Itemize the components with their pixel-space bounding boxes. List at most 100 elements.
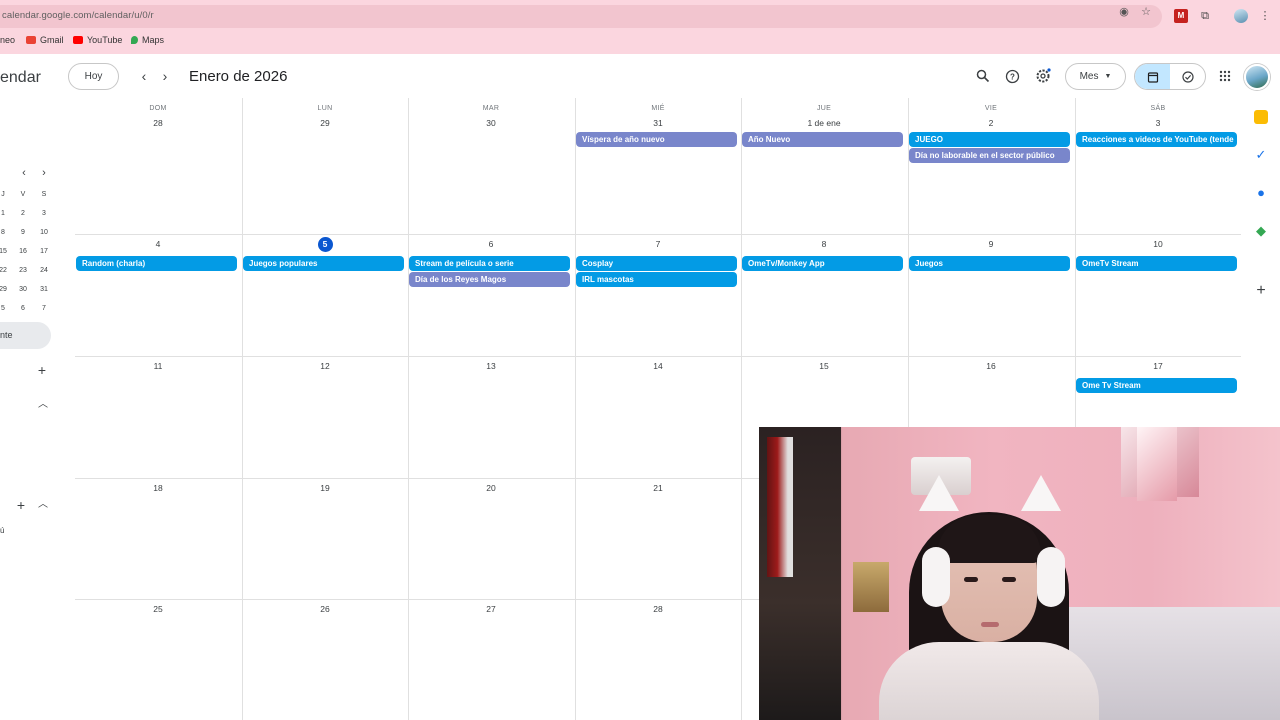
youtube-icon: [73, 36, 83, 44]
mini-calendar-day[interactable]: 9: [15, 229, 31, 236]
day-number[interactable]: 11: [75, 361, 241, 371]
mini-calendar-day[interactable]: 8: [0, 229, 11, 236]
day-number[interactable]: 3: [1075, 118, 1241, 128]
webcam-eye: [964, 577, 978, 582]
apps-grid-icon[interactable]: [1216, 67, 1234, 85]
day-number[interactable]: 25: [75, 604, 241, 614]
contacts-icon[interactable]: ●: [1254, 186, 1268, 200]
calendar-event[interactable]: Reacciones a videos de YouTube (tende: [1076, 132, 1237, 147]
sidebar-selected-item[interactable]: nte: [0, 322, 51, 349]
account-avatar[interactable]: [1244, 64, 1270, 90]
prev-month-icon[interactable]: ‹: [135, 67, 153, 85]
calendar-event[interactable]: IRL mascotas: [576, 272, 737, 287]
day-number[interactable]: 10: [1075, 239, 1241, 249]
mini-calendar-day[interactable]: 6: [15, 305, 31, 312]
eye-icon[interactable]: ◉: [1117, 5, 1131, 19]
address-bar[interactable]: calendar.google.com/calendar/u/0/r: [0, 5, 1162, 28]
bookmark-gmail[interactable]: Gmail: [26, 35, 64, 45]
mini-calendar-day[interactable]: 17: [36, 248, 52, 255]
mini-calendar-day[interactable]: 24: [36, 267, 52, 274]
calendar-view-icon[interactable]: [1135, 64, 1170, 89]
tasks-view-icon[interactable]: [1170, 64, 1205, 89]
day-number[interactable]: 6: [408, 239, 574, 249]
calendar-event[interactable]: Cosplay: [576, 256, 737, 271]
calendar-event[interactable]: Stream de película o serie: [409, 256, 570, 271]
bookmark-youtube[interactable]: YouTube: [73, 35, 122, 45]
day-number[interactable]: 9: [908, 239, 1074, 249]
day-number[interactable]: 19: [242, 483, 408, 493]
day-number[interactable]: 5: [242, 237, 408, 252]
menu-dots-icon[interactable]: ⋮: [1258, 9, 1272, 23]
day-number[interactable]: 16: [908, 361, 1074, 371]
day-number[interactable]: 7: [575, 239, 741, 249]
calendar-event[interactable]: Año Nuevo: [742, 132, 903, 147]
day-number[interactable]: 4: [75, 239, 241, 249]
mini-calendar-day[interactable]: 1: [0, 210, 11, 217]
mini-calendar-day[interactable]: 7: [36, 305, 52, 312]
mini-calendar-day[interactable]: 16: [15, 248, 31, 255]
calendar-event[interactable]: Random (charla): [76, 256, 237, 271]
mini-prev-icon[interactable]: ‹: [17, 167, 31, 181]
bookmark-item[interactable]: neo: [0, 35, 15, 45]
calendar-event[interactable]: Juegos populares: [243, 256, 404, 271]
add-addon-icon[interactable]: +: [1254, 283, 1268, 299]
day-number[interactable]: 27: [408, 604, 574, 614]
day-number[interactable]: 28: [575, 604, 741, 614]
extension-red-icon[interactable]: M: [1174, 9, 1188, 23]
calendar-event[interactable]: OmeTv/Monkey App: [742, 256, 903, 271]
mini-calendar-day[interactable]: 15: [0, 248, 11, 255]
day-number[interactable]: 30: [408, 118, 574, 128]
bookmark-label: Maps: [142, 35, 165, 45]
day-number[interactable]: 8: [741, 239, 907, 249]
day-number[interactable]: 26: [242, 604, 408, 614]
calendar-event[interactable]: Juegos: [909, 256, 1070, 271]
mini-calendar-day[interactable]: 3: [36, 210, 52, 217]
maps-icon[interactable]: ◆: [1254, 224, 1268, 238]
chevron-up-icon[interactable]: ︿: [36, 498, 50, 512]
day-number[interactable]: 17: [1075, 361, 1241, 371]
today-button[interactable]: Hoy: [68, 63, 119, 90]
day-number[interactable]: 13: [408, 361, 574, 371]
day-number[interactable]: 2: [908, 118, 1074, 128]
day-number[interactable]: 14: [575, 361, 741, 371]
tasks-icon[interactable]: ✓: [1254, 148, 1268, 162]
mini-calendar-day[interactable]: 23: [15, 267, 31, 274]
add-calendar-icon[interactable]: +: [14, 498, 28, 512]
calendar-event[interactable]: Ome Tv Stream: [1076, 378, 1237, 393]
profile-icon[interactable]: [1234, 9, 1248, 23]
mini-calendar-day[interactable]: 22: [0, 267, 11, 274]
day-number[interactable]: 1 de ene: [741, 118, 907, 128]
today-indicator[interactable]: 5: [317, 237, 333, 252]
mini-calendar-day[interactable]: 5: [0, 305, 11, 312]
mini-calendar-day[interactable]: 31: [36, 286, 52, 293]
mini-calendar-day[interactable]: 10: [36, 229, 52, 236]
help-icon[interactable]: ?: [1003, 67, 1021, 85]
day-number[interactable]: 20: [408, 483, 574, 493]
day-number[interactable]: 29: [242, 118, 408, 128]
search-icon[interactable]: [974, 67, 992, 85]
chevron-up-icon[interactable]: ︿: [36, 398, 50, 412]
view-select[interactable]: Mes ▼: [1065, 63, 1126, 90]
mini-next-icon[interactable]: ›: [37, 167, 51, 181]
calendar-event[interactable]: Día de los Reyes Magos: [409, 272, 570, 287]
mini-calendar-day[interactable]: 29: [0, 286, 11, 293]
day-number[interactable]: 15: [741, 361, 907, 371]
keep-icon[interactable]: [1254, 110, 1268, 124]
star-icon[interactable]: ☆: [1139, 5, 1153, 19]
day-number[interactable]: 18: [75, 483, 241, 493]
puzzle-icon[interactable]: ⧉: [1198, 9, 1212, 23]
day-number[interactable]: 28: [75, 118, 241, 128]
calendar-event[interactable]: JUEGO: [909, 132, 1070, 147]
next-month-icon[interactable]: ›: [156, 67, 174, 85]
add-icon[interactable]: +: [35, 363, 49, 377]
day-number[interactable]: 12: [242, 361, 408, 371]
mini-calendar-day[interactable]: 30: [15, 286, 31, 293]
day-number[interactable]: 21: [575, 483, 741, 493]
bookmark-maps[interactable]: Maps: [131, 35, 164, 45]
mini-calendar-day[interactable]: 2: [15, 210, 31, 217]
settings-gear-icon[interactable]: [1034, 67, 1052, 85]
calendar-event[interactable]: Víspera de año nuevo: [576, 132, 737, 147]
day-number[interactable]: 31: [575, 118, 741, 128]
calendar-event[interactable]: OmeTv Stream: [1076, 256, 1237, 271]
calendar-event[interactable]: Día no laborable en el sector público: [909, 148, 1070, 163]
